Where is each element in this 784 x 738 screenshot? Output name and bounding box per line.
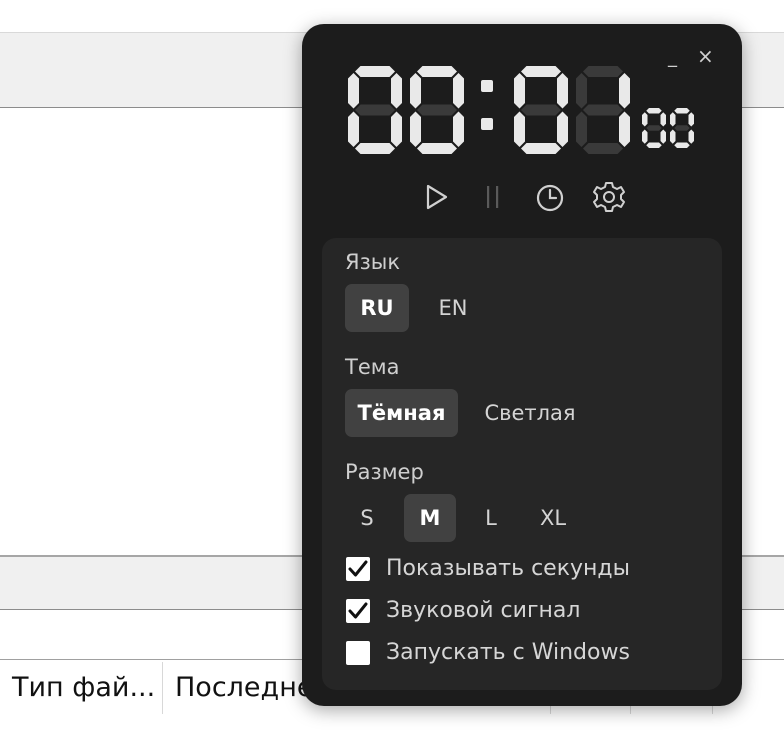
size-label: Размер	[345, 460, 424, 484]
segment-d	[521, 143, 561, 154]
language-label: Язык	[345, 250, 401, 274]
show-seconds-checkbox[interactable]: Показывать секунды	[346, 556, 636, 586]
segment-f	[348, 73, 359, 109]
segment-e	[642, 129, 648, 144]
hours-tens-digit	[348, 66, 402, 154]
segment-c	[660, 129, 666, 144]
seconds-ones-digit	[670, 108, 694, 148]
settings-button[interactable]	[591, 178, 627, 216]
pause-button[interactable]	[475, 178, 511, 216]
segment-g	[674, 125, 690, 131]
segment-c	[391, 111, 402, 147]
segment-a	[521, 66, 561, 77]
checkbox-box[interactable]	[346, 599, 370, 623]
language-option-en[interactable]: EN	[421, 284, 485, 332]
segment-d	[417, 143, 457, 154]
segment-f	[410, 73, 421, 109]
segment-c	[688, 129, 694, 144]
clock-icon	[536, 184, 564, 212]
checkbox-label: Показывать секунды	[386, 556, 630, 581]
play-button[interactable]	[418, 178, 454, 216]
theme-label: Тема	[345, 355, 400, 379]
segment-b	[619, 73, 630, 109]
hours-ones-digit	[410, 66, 464, 154]
gear-icon	[593, 182, 625, 212]
theme-option-light[interactable]: Светлая	[472, 389, 588, 437]
segment-a	[646, 108, 662, 114]
segment-a	[583, 66, 623, 77]
timer-digits	[348, 66, 694, 154]
segment-c	[557, 111, 568, 147]
segment-d	[646, 142, 662, 148]
segment-c	[453, 111, 464, 147]
segment-g	[521, 104, 561, 116]
colon-dot	[481, 80, 493, 92]
segment-g	[646, 125, 662, 131]
segment-d	[583, 143, 623, 154]
segment-e	[670, 129, 676, 144]
checkbox-label: Звуковой сигнал	[386, 598, 581, 623]
colon-dot	[481, 118, 493, 130]
sound-signal-checkbox[interactable]: Звуковой сигнал	[346, 598, 606, 628]
segment-b	[557, 73, 568, 109]
check-icon	[348, 602, 368, 619]
segment-d	[355, 143, 395, 154]
checkbox-box[interactable]	[346, 641, 370, 665]
segment-g	[417, 104, 457, 116]
segment-f	[576, 73, 587, 109]
run-with-windows-checkbox[interactable]: Запускать с Windows	[346, 640, 636, 670]
segment-e	[410, 111, 421, 147]
play-icon	[426, 184, 448, 210]
segment-a	[355, 66, 395, 77]
segment-e	[514, 111, 525, 147]
segment-g	[583, 104, 623, 116]
segment-f	[670, 112, 676, 127]
segment-b	[660, 112, 666, 127]
timer-display	[348, 62, 708, 157]
segment-b	[453, 73, 464, 109]
segment-b	[688, 112, 694, 127]
language-option-ru[interactable]: RU	[345, 284, 409, 332]
segment-f	[642, 112, 648, 127]
seconds-tens-digit	[642, 108, 666, 148]
segment-a	[674, 108, 690, 114]
segment-g	[355, 104, 395, 116]
segment-b	[391, 73, 402, 109]
history-button[interactable]	[532, 178, 568, 216]
pause-icon	[487, 186, 499, 208]
segment-e	[348, 111, 359, 147]
minutes-ones-digit	[576, 66, 630, 154]
minutes-tens-digit	[514, 66, 568, 154]
column-header-file-type[interactable]: Тип фай...	[0, 662, 163, 714]
checkbox-label: Запускать с Windows	[386, 640, 630, 665]
segment-a	[417, 66, 457, 77]
segment-e	[576, 111, 587, 147]
segment-f	[514, 73, 525, 109]
size-option-m[interactable]: M	[404, 494, 456, 542]
check-icon	[348, 560, 368, 577]
size-option-s[interactable]: S	[345, 494, 389, 542]
segment-c	[619, 111, 630, 147]
segment-d	[674, 142, 690, 148]
checkbox-box[interactable]	[346, 557, 370, 581]
size-option-l[interactable]: L	[470, 494, 512, 542]
size-option-xl[interactable]: XL	[528, 494, 578, 542]
theme-option-dark[interactable]: Тёмная	[345, 389, 458, 437]
